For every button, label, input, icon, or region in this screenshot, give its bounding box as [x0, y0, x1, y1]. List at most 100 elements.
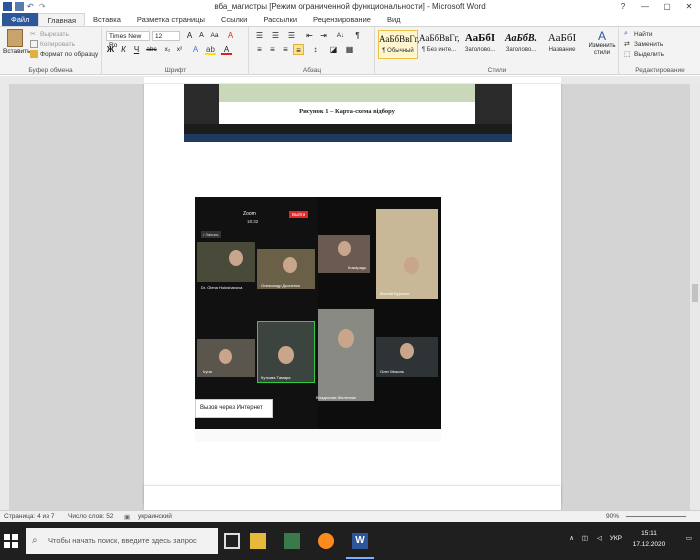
format-painter-button[interactable]: Формат по образцу	[30, 49, 98, 59]
font-color-icon[interactable]: A	[221, 44, 232, 55]
next-document-page[interactable]	[144, 486, 561, 510]
close-button[interactable]: ✕	[678, 0, 700, 13]
firefox-icon[interactable]	[318, 533, 334, 549]
tab-home[interactable]: Главная	[38, 13, 85, 26]
window-controls: ? — ▢ ✕	[612, 0, 700, 13]
participant-face	[278, 346, 294, 364]
style-heading-1[interactable]: АаБбІ Заголово...	[460, 30, 500, 59]
search-icon: ⌕	[32, 535, 38, 546]
style-normal-name: ¶ Обычный	[382, 48, 414, 54]
subscript-icon[interactable]: x₂	[162, 44, 173, 55]
participant-name-3: Iryna	[203, 369, 212, 374]
shrink-font-icon[interactable]: A	[196, 30, 207, 41]
decrease-indent-icon[interactable]: ⇤	[304, 30, 315, 41]
word-taskbar-icon[interactable]: W	[352, 533, 368, 549]
align-left-icon[interactable]: ≡	[254, 44, 265, 55]
language-indicator-tray[interactable]: УКР	[610, 533, 622, 544]
select-icon: ⬚	[624, 51, 631, 58]
grow-font-icon[interactable]: A	[184, 30, 195, 41]
file-explorer-icon[interactable]	[250, 533, 266, 549]
find-button[interactable]: ⌕ Найти	[624, 29, 664, 39]
tab-file[interactable]: Файл	[2, 13, 39, 26]
clock-time[interactable]: 15:11	[626, 528, 672, 539]
horizontal-ruler[interactable]	[0, 76, 700, 84]
change-styles-button[interactable]: A Изменить стили	[586, 29, 618, 57]
align-center-icon[interactable]: ≡	[267, 44, 278, 55]
zoom-time: 18:32	[247, 219, 259, 224]
style-title[interactable]: АаБбІ Название	[542, 30, 582, 59]
copy-button[interactable]: Копировать	[30, 39, 98, 49]
bold-icon[interactable]: Ж	[105, 44, 116, 55]
style-heading-2[interactable]: АаБбВ. Заголово...	[501, 30, 541, 59]
map-region	[219, 84, 475, 102]
text-effects-icon[interactable]: A	[190, 44, 201, 55]
paste-button[interactable]: Вставить	[3, 29, 31, 55]
participant-face	[404, 257, 419, 274]
numbering-icon[interactable]: ☰	[270, 30, 281, 41]
tray-up-arrow-icon[interactable]: ∧	[569, 533, 574, 544]
clear-format-icon[interactable]: A	[225, 30, 236, 41]
font-name-select[interactable]: Times New Ro	[106, 31, 150, 49]
vertical-scrollbar[interactable]	[690, 84, 700, 510]
language-indicator[interactable]: украинский	[138, 513, 172, 520]
select-button[interactable]: ⬚ Выделить	[624, 49, 664, 59]
bullets-icon[interactable]: ☰	[254, 30, 265, 41]
tab-view[interactable]: Вид	[379, 13, 409, 26]
replace-icon: ⇄	[624, 41, 630, 48]
participant-tile-7	[318, 309, 374, 401]
underline-icon[interactable]: Ч	[131, 44, 142, 55]
calculator-icon[interactable]	[284, 533, 300, 549]
zoom-slider[interactable]	[626, 516, 686, 517]
proofing-icon[interactable]: ▣	[124, 513, 130, 521]
align-right-icon[interactable]: ≡	[280, 44, 291, 55]
word-count[interactable]: Число слов: 52	[68, 513, 114, 520]
tab-references[interactable]: Ссылки	[213, 13, 255, 26]
multilevel-icon[interactable]: ☰	[286, 30, 297, 41]
change-case-icon[interactable]: Aa	[209, 30, 220, 41]
tablet-panel: Кожарадь Віталій Буренко Владислав Желез…	[316, 197, 441, 442]
windows-start-icon[interactable]	[4, 534, 18, 548]
font-size-select[interactable]: 12	[152, 31, 180, 41]
line-spacing-icon[interactable]: ↕	[310, 44, 321, 55]
strikethrough-icon[interactable]: abc	[146, 44, 157, 55]
network-icon[interactable]: ◫	[582, 533, 588, 544]
document-page[interactable]: Рисунок 1 – Карта-схема відбору Zoom 18:…	[144, 84, 561, 504]
taskbar-search-input[interactable]: Чтобы начать поиск, введите здесь запрос	[26, 528, 218, 554]
cut-button[interactable]: ✂ Вырезать	[30, 29, 98, 39]
figure-map-image[interactable]: Рисунок 1 – Карта-схема відбору	[184, 84, 512, 142]
tab-mailings[interactable]: Рассылки	[255, 13, 305, 26]
volume-icon[interactable]: ◁	[597, 533, 602, 544]
shading-icon[interactable]: ◪	[328, 44, 339, 55]
style-no-spacing[interactable]: АаБбВвГг, ¶ Без инте...	[419, 30, 460, 59]
help-button[interactable]: ?	[612, 0, 634, 13]
page-count[interactable]: Страница: 4 из 7	[4, 513, 55, 520]
style-no-spacing-name: ¶ Без инте...	[421, 47, 457, 53]
document-area[interactable]: Рисунок 1 – Карта-схема відбору Zoom 18:…	[9, 84, 690, 510]
paragraph-group: ☰ ☰ ☰ ⇤ ⇥ A↓ ¶ ≡ ≡ ≡ ≡ ↕ ◪ ▦ Абзац	[250, 27, 375, 75]
style-normal[interactable]: АаБбВвГг, ¶ Обычный	[378, 30, 420, 59]
vertical-ruler[interactable]	[0, 84, 9, 510]
scrollbar-thumb[interactable]	[692, 284, 698, 302]
show-marks-icon[interactable]: ¶	[352, 30, 363, 41]
increase-indent-icon[interactable]: ⇥	[318, 30, 329, 41]
style-normal-preview: АаБбВвГг,	[379, 34, 420, 44]
scissors-icon: ✂	[30, 31, 36, 38]
minimize-button[interactable]: —	[634, 0, 656, 13]
sort-icon[interactable]: A↓	[335, 30, 346, 41]
participant-name-1: Dr. Olena Holoshanova	[201, 285, 243, 290]
clock-date[interactable]: 17.12.2020	[626, 539, 672, 550]
justify-icon[interactable]: ≡	[293, 44, 304, 55]
zoom-screenshot-image[interactable]: Zoom 18:32 Выйти • Запись Dr. Olena Holo…	[195, 197, 441, 442]
italic-icon[interactable]: К	[118, 44, 129, 55]
highlight-icon[interactable]: ab	[205, 44, 216, 55]
tab-insert[interactable]: Вставка	[85, 13, 129, 26]
maximize-button[interactable]: ▢	[656, 0, 678, 13]
zoom-level[interactable]: 90%	[606, 513, 619, 520]
superscript-icon[interactable]: x²	[174, 44, 185, 55]
borders-icon[interactable]: ▦	[344, 44, 355, 55]
task-view-icon[interactable]	[224, 533, 240, 549]
tab-review[interactable]: Рецензирование	[305, 13, 379, 26]
notification-icon[interactable]: ▭	[686, 533, 692, 544]
tab-page-layout[interactable]: Разметка страницы	[129, 13, 213, 26]
replace-button[interactable]: ⇄ Заменить	[624, 39, 664, 49]
